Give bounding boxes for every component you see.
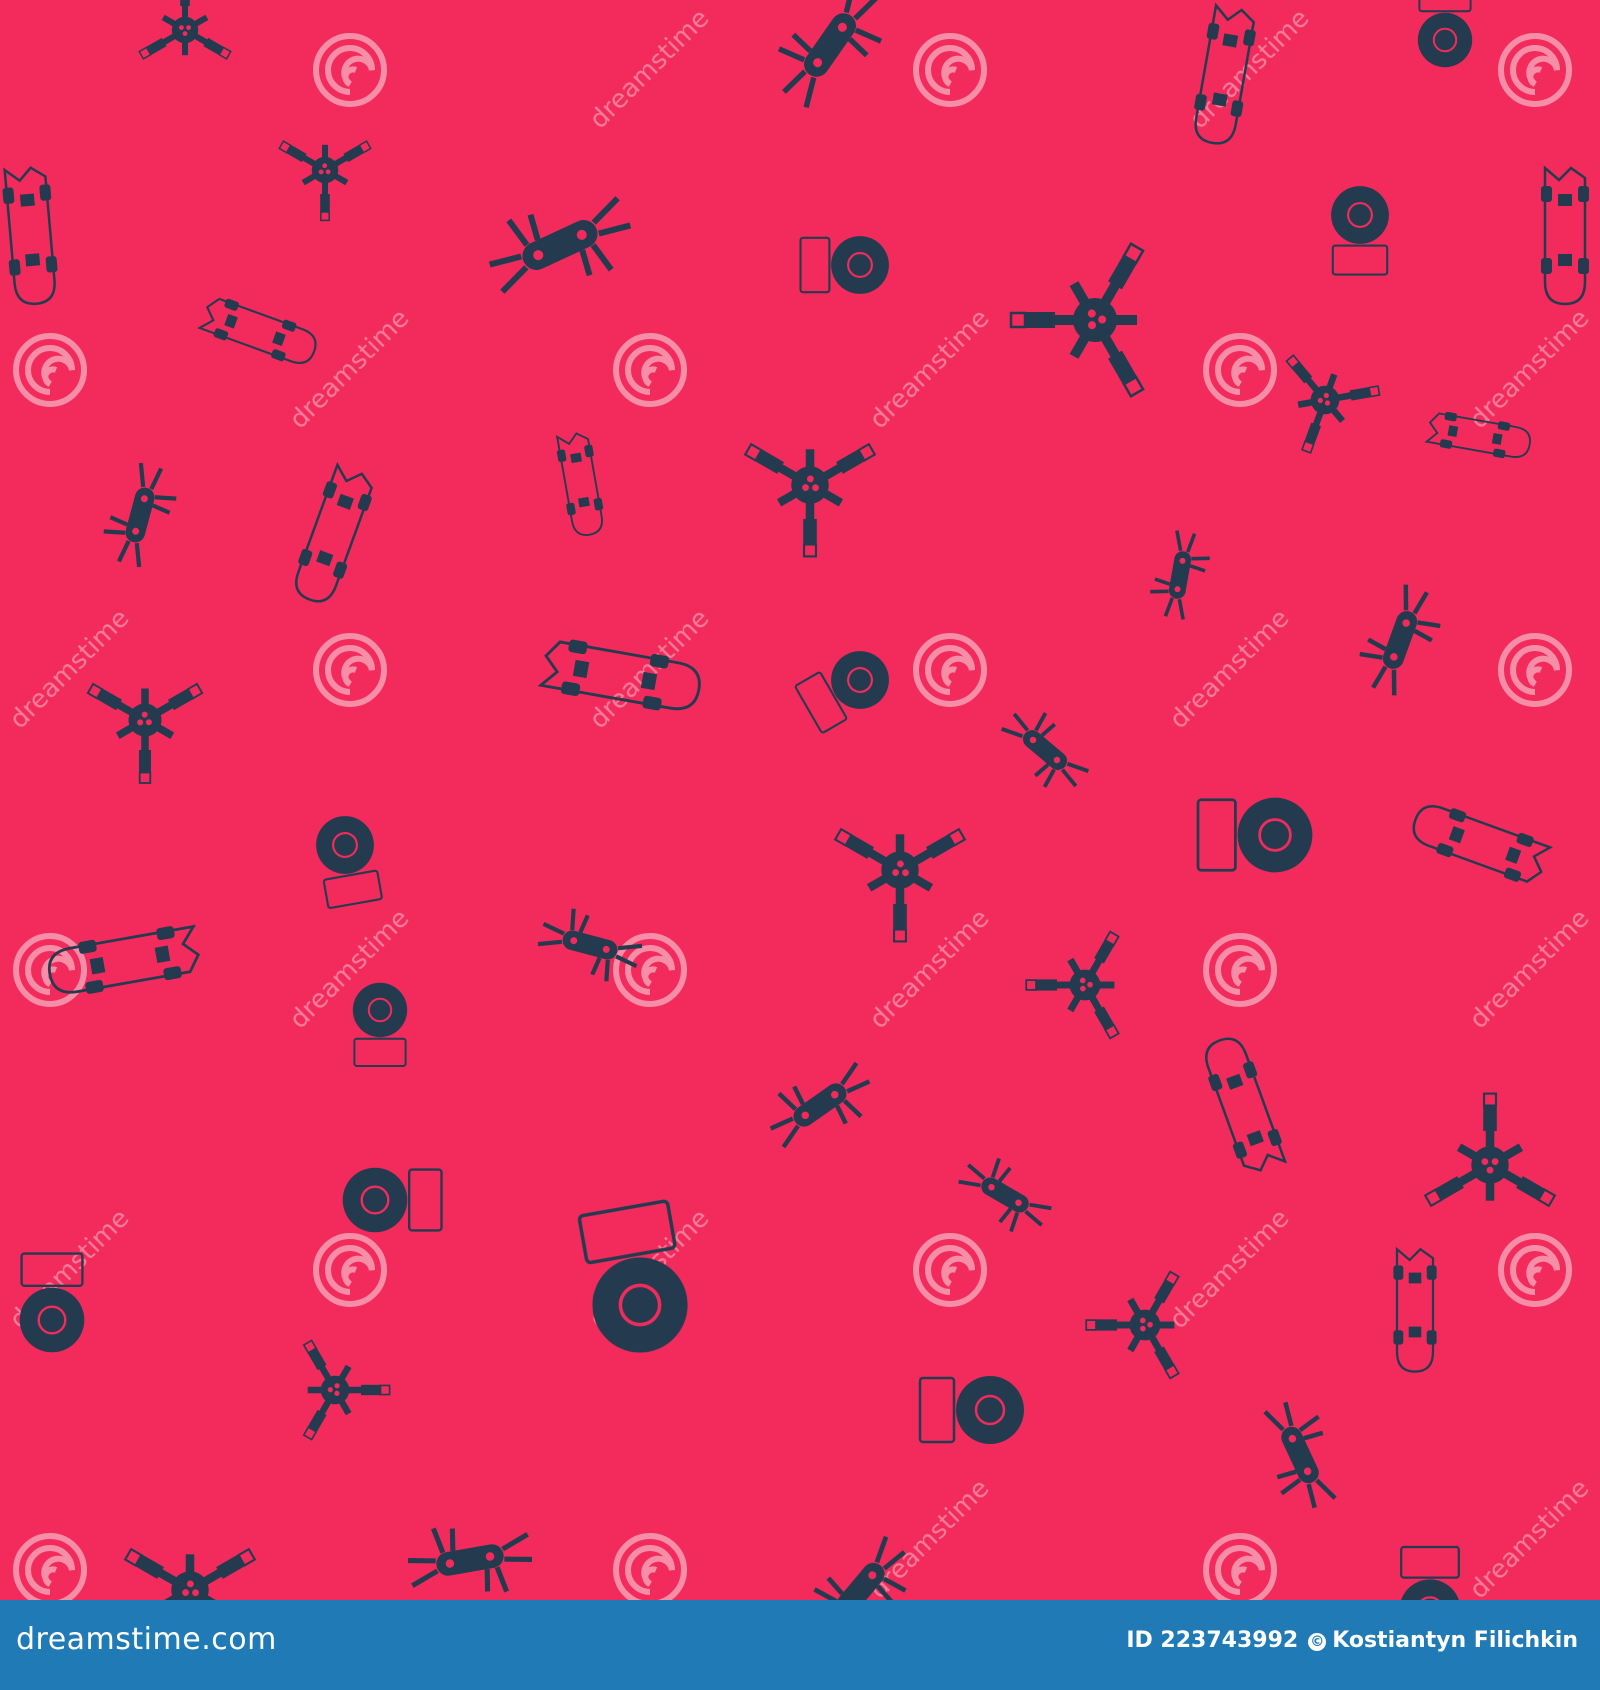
multi-tool-icons: [97, 0, 1449, 1600]
skateboard-wheel-icon: [1398, 1545, 1462, 1600]
multi-tool-icon: [476, 175, 644, 316]
multi-tool-icon: [1247, 1392, 1352, 1518]
copyright-icon: ©: [1308, 1633, 1327, 1651]
skateboard-t-tool-icon: [120, 1496, 286, 1600]
watermark-text: dreamstime: [1164, 603, 1296, 735]
multi-tool-icon: [948, 1144, 1062, 1246]
skateboard-t-tool-icon: [138, 0, 232, 61]
watermark-text: dreamstime: [4, 603, 136, 735]
multi-tool-icon: [988, 696, 1102, 804]
skateboard-wheel-icon: [918, 1374, 1026, 1446]
watermark-text: dreamstime: [284, 303, 416, 435]
watermark-text: dreamstime: [1184, 3, 1316, 135]
watermark-text: dreamstime: [1464, 903, 1596, 1035]
author-name[interactable]: Kostiantyn Filichkin: [1332, 1628, 1578, 1653]
skateboard-wheel-icons: [18, 0, 1474, 1600]
skateboard-icon: [197, 291, 323, 372]
skateboard-icon: [553, 430, 609, 539]
multi-tool-icon: [760, 0, 899, 121]
image-id: ID 223743992: [1126, 1628, 1299, 1653]
skateboard-wheel-icon: [1196, 796, 1314, 874]
skateboard-icon: [0, 164, 62, 308]
skateboard-wheel-icon: [341, 1166, 443, 1234]
skateboard-icon: [285, 462, 381, 609]
image-credit: ID 223743992 © Kostiantyn Filichkin: [1126, 1628, 1578, 1653]
skateboard-t-tool-icon: [1250, 325, 1385, 458]
watermark-text: dreamstime: [864, 903, 996, 1035]
watermark-text: dreamstime: [864, 303, 996, 435]
site-name[interactable]: dreamstime.com: [16, 1622, 277, 1657]
skateboard-t-tool-icon: [257, 104, 375, 226]
skateboard-icon: [1392, 1248, 1438, 1373]
skateboard-wheel-icon: [351, 981, 409, 1068]
skateboard-icon: [1406, 795, 1553, 891]
watermark-swirls: [16, 36, 1569, 1600]
skateboard-wheel-icon: [1416, 0, 1474, 69]
footer-bar: dreamstime.com ID 223743992 © Kostiantyn F…: [0, 1600, 1600, 1690]
seamless-pattern: dreamstime dreamstime dreamstime dreamst…: [0, 0, 1596, 1600]
skateboard-icon: [1539, 166, 1591, 306]
watermark-text: dreamstime: [584, 3, 716, 135]
watermark-text: dreamstime: [584, 603, 716, 735]
multi-tool-icon: [97, 458, 183, 571]
multi-tool-icon: [757, 1047, 883, 1163]
watermark-text: dreamstime: [1464, 303, 1596, 435]
skateboard-wheel-icon: [310, 810, 385, 910]
skateboard-wheel-icon: [1330, 185, 1390, 276]
watermark-text: dreamstime: [1464, 1473, 1596, 1600]
skateboard-t-tool-icon: [1020, 906, 1162, 1043]
skateboard-wheel-icon: [792, 639, 901, 736]
multi-tool-icon: [1144, 526, 1216, 624]
t-tool-icons: [60, 0, 1557, 1600]
multi-tool-icon: [403, 1513, 537, 1600]
skateboard-t-tool-icon: [1423, 1092, 1557, 1208]
skateboard-wheel-icon: [799, 235, 890, 295]
skateboard-t-tool-icon: [263, 1316, 395, 1444]
skateboard-t-tool-icon: [1002, 207, 1205, 402]
skateboard-icon: [1195, 1031, 1291, 1178]
watermark-text: dreamstime: [1164, 1203, 1296, 1335]
multi-tool-icon: [1351, 578, 1450, 702]
